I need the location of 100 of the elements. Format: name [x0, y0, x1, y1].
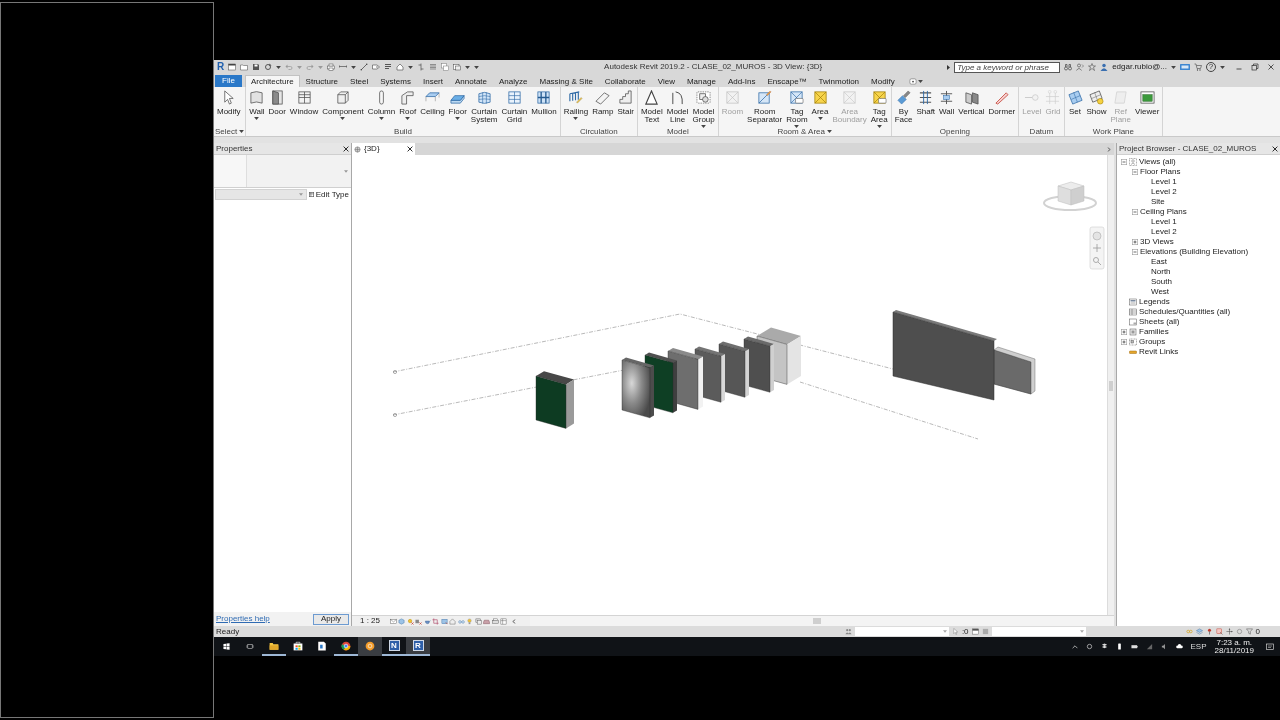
tree-item[interactable]: Legends	[1139, 298, 1170, 306]
ribbon-button[interactable]: Ramp	[590, 87, 616, 127]
sun-icon[interactable]	[406, 617, 414, 625]
minus-box-icon[interactable]	[1132, 169, 1138, 175]
vertical-scrollbar[interactable]	[1107, 155, 1114, 615]
tree-item[interactable]: Level 2	[1151, 228, 1177, 236]
taskbar-button[interactable]: R	[406, 637, 430, 656]
workset-field[interactable]	[854, 627, 949, 636]
caret-icon[interactable]	[378, 117, 384, 120]
cube-icon[interactable]	[398, 617, 405, 625]
ribbon-tab[interactable]: Structure	[299, 75, 345, 87]
ribbon-button[interactable]: Mullion	[529, 87, 559, 127]
tree-item[interactable]: Level 1	[1151, 178, 1177, 186]
caret-icon[interactable]	[794, 125, 800, 128]
ribbon-button[interactable]: Viewer	[1133, 87, 1162, 127]
ribbon-button[interactable]: Component	[320, 87, 366, 127]
caret-icon[interactable]	[573, 117, 579, 120]
horizontal-scrollbar[interactable]	[530, 616, 1114, 626]
ribbon-tab[interactable]: Insert	[416, 75, 449, 87]
diagonal-line-icon[interactable]	[360, 63, 369, 71]
move-icon[interactable]	[1225, 628, 1233, 635]
ribbon-tab[interactable]: Analyze	[493, 75, 534, 87]
ribbon-tab[interactable]: Architecture	[244, 75, 300, 87]
restore-icon[interactable]	[1251, 63, 1259, 71]
ribbon-button[interactable]: Set	[1065, 87, 1085, 127]
ribbon-button[interactable]: Window	[287, 87, 321, 127]
print-icon[interactable]	[327, 63, 336, 71]
tree-item[interactable]: Elevations (Building Elevation)	[1140, 248, 1249, 256]
ribbon-tab[interactable]: Collaborate	[598, 75, 652, 87]
save-icon[interactable]	[252, 63, 261, 71]
ribbon-button[interactable]: Wall	[937, 87, 957, 127]
caret-icon[interactable]	[405, 117, 411, 120]
glasses-icon[interactable]	[457, 617, 465, 625]
close-icon[interactable]	[407, 146, 413, 152]
plus-box-icon[interactable]	[1121, 329, 1127, 335]
ring-icon[interactable]	[1085, 643, 1093, 650]
ribbon-button[interactable]: Door	[266, 87, 288, 127]
tree-item[interactable]: West	[1151, 288, 1170, 296]
filter-icon[interactable]	[1245, 628, 1253, 635]
window-icon[interactable]	[971, 628, 979, 635]
caret-icon[interactable]	[876, 125, 882, 128]
card-icon[interactable]	[1180, 64, 1190, 70]
person-arrows-icon[interactable]	[1076, 63, 1085, 71]
caret-icon[interactable]	[408, 65, 414, 69]
ribbon-button[interactable]: Tag Room	[784, 87, 810, 127]
lightbulb-icon[interactable]	[466, 617, 473, 625]
caret-icon[interactable]	[1220, 65, 1225, 69]
tree-item[interactable]: Floor Plans	[1140, 168, 1181, 176]
taskbar-button[interactable]	[358, 637, 382, 656]
ribbon-tab[interactable]: Add-Ins	[721, 75, 762, 87]
caret-icon[interactable]	[239, 130, 245, 133]
chevron-up-icon[interactable]	[1071, 644, 1078, 649]
tree-item[interactable]: Site	[1151, 198, 1165, 206]
layers-icon[interactable]	[1195, 628, 1203, 635]
ribbon-button[interactable]: By Face	[892, 87, 915, 127]
ribbon-button[interactable]: Model Line	[664, 87, 691, 127]
text-lines-icon[interactable]	[384, 63, 393, 71]
file-menu-button[interactable]: File	[215, 75, 242, 87]
tree-item[interactable]: Groups	[1139, 338, 1166, 346]
caret-icon[interactable]	[917, 79, 923, 83]
properties-help-link[interactable]: Properties help	[216, 615, 270, 623]
close-icon[interactable]	[343, 145, 349, 152]
tree-item[interactable]: 3D Views	[1140, 238, 1174, 246]
ribbon-button[interactable]: Dormer	[986, 87, 1018, 127]
shadow-icon[interactable]	[415, 617, 422, 625]
ribbon-button[interactable]: Ceiling	[418, 87, 447, 127]
envelope-icon[interactable]	[389, 617, 397, 625]
star-icon[interactable]	[1088, 63, 1097, 71]
tree-item[interactable]: Sheets (all)	[1139, 318, 1180, 326]
stack-icon[interactable]	[474, 617, 482, 625]
cloud-icon[interactable]	[1175, 643, 1183, 650]
caret-icon[interactable]	[276, 65, 282, 69]
ribbon-button[interactable]: Floor	[446, 87, 469, 127]
ribbon-button[interactable]: Wall	[247, 87, 267, 127]
caret-icon[interactable]	[701, 125, 707, 128]
ribbon-button[interactable]: Model Group	[690, 87, 717, 127]
ribbon-button[interactable]: Curtain Grid	[499, 87, 530, 127]
tree-item[interactable]: Level 2	[1151, 188, 1177, 196]
tree-item[interactable]: Views (all)	[1139, 158, 1176, 166]
table-icon[interactable]	[500, 617, 507, 625]
crop-frame-icon[interactable]	[440, 617, 448, 625]
ribbon-tab[interactable]: Annotate	[448, 75, 493, 87]
ribbon-button[interactable]: Show	[1084, 87, 1109, 127]
people-icon[interactable]	[844, 628, 852, 635]
user-menu[interactable]: edgar.rubio@...	[1112, 63, 1167, 71]
pin-icon[interactable]	[1205, 628, 1213, 635]
tree-item[interactable]: North	[1151, 268, 1171, 276]
overlapping-windows-icon[interactable]	[441, 63, 450, 71]
plus-box-icon[interactable]	[1132, 239, 1138, 245]
tag-icon[interactable]	[372, 63, 381, 71]
caret-icon[interactable]	[1171, 65, 1176, 69]
tree-item[interactable]: Schedules/Quantities (all)	[1139, 308, 1231, 316]
minus-box-icon[interactable]	[1132, 249, 1138, 255]
house-icon[interactable]	[396, 63, 405, 71]
ribbon-button[interactable]: Column	[365, 87, 398, 127]
printer-icon[interactable]	[491, 617, 499, 625]
cart-icon[interactable]	[1194, 63, 1202, 71]
ribbon-button[interactable]: Roof	[397, 87, 419, 127]
caret-icon[interactable]	[817, 117, 823, 120]
sync-icon[interactable]	[264, 63, 273, 71]
